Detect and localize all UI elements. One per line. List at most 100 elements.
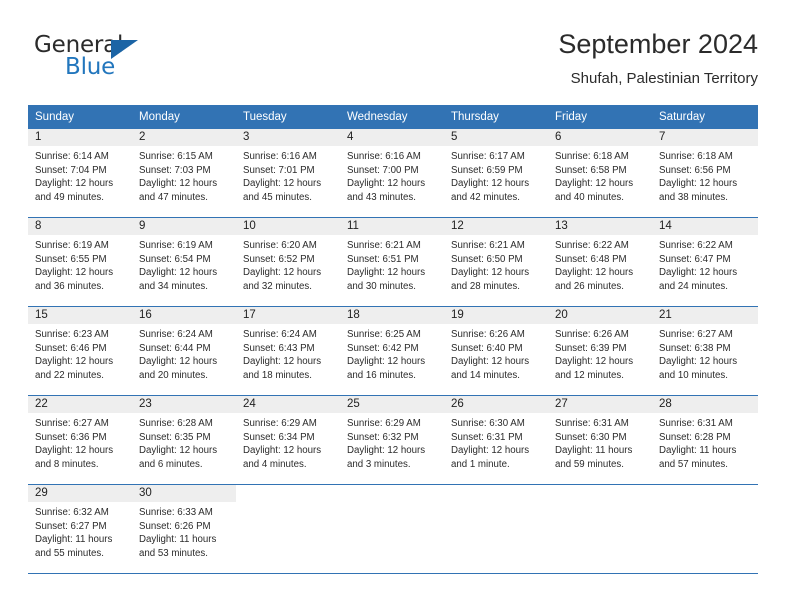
day-cell[interactable]: 18 Sunrise: 6:25 AM Sunset: 6:42 PM Dayl…: [340, 306, 444, 396]
day-cell[interactable]: 25 Sunrise: 6:29 AM Sunset: 6:32 PM Dayl…: [340, 395, 444, 485]
sunset-text: Sunset: 6:51 PM: [347, 253, 419, 265]
weekday-header-tuesday: Tuesday: [236, 105, 340, 129]
sunrise-text: Sunrise: 6:32 AM: [35, 507, 109, 518]
day-cell[interactable]: 24 Sunrise: 6:29 AM Sunset: 6:34 PM Dayl…: [236, 395, 340, 485]
day-cell[interactable]: 5 Sunrise: 6:17 AM Sunset: 6:59 PM Dayli…: [444, 129, 548, 218]
day-number: 5: [444, 129, 548, 146]
daylight-line1: Daylight: 11 hours: [139, 534, 217, 546]
daylight-line1: Daylight: 12 hours: [347, 445, 426, 457]
daylight-line2: and 30 minutes.: [347, 280, 416, 292]
day-cell[interactable]: 21 Sunrise: 6:27 AM Sunset: 6:38 PM Dayl…: [652, 306, 758, 396]
day-cell[interactable]: 14 Sunrise: 6:22 AM Sunset: 6:47 PM Dayl…: [652, 217, 758, 307]
day-details: Sunrise: 6:29 AM Sunset: 6:34 PM Dayligh…: [236, 413, 340, 471]
day-cell[interactable]: 20 Sunrise: 6:26 AM Sunset: 6:39 PM Dayl…: [548, 306, 652, 396]
daylight-line2: and 28 minutes.: [451, 280, 520, 292]
sunrise-text: Sunrise: 6:30 AM: [451, 418, 525, 429]
day-cell[interactable]: 4 Sunrise: 6:16 AM Sunset: 7:00 PM Dayli…: [340, 129, 444, 218]
daylight-line1: Daylight: 12 hours: [139, 178, 218, 190]
daylight-line1: Daylight: 12 hours: [35, 178, 114, 190]
sunset-text: Sunset: 6:54 PM: [139, 253, 211, 265]
sunset-text: Sunset: 6:46 PM: [35, 342, 107, 354]
day-cell[interactable]: 23 Sunrise: 6:28 AM Sunset: 6:35 PM Dayl…: [132, 395, 236, 485]
sunset-text: Sunset: 7:01 PM: [243, 164, 315, 176]
day-number: 21: [652, 307, 758, 324]
day-cell[interactable]: 29 Sunrise: 6:32 AM Sunset: 6:27 PM Dayl…: [28, 484, 132, 574]
sunset-text: Sunset: 6:50 PM: [451, 253, 523, 265]
daylight-line1: Daylight: 12 hours: [347, 178, 426, 190]
sunset-text: Sunset: 6:52 PM: [243, 253, 315, 265]
day-number: 27: [548, 396, 652, 413]
sunset-text: Sunset: 6:40 PM: [451, 342, 523, 354]
daylight-line2: and 40 minutes.: [555, 191, 624, 203]
day-number: 13: [548, 218, 652, 235]
sunrise-text: Sunrise: 6:28 AM: [139, 418, 213, 429]
day-details: Sunrise: 6:26 AM Sunset: 6:39 PM Dayligh…: [548, 324, 652, 382]
day-cell[interactable]: 22 Sunrise: 6:27 AM Sunset: 6:36 PM Dayl…: [28, 395, 132, 485]
daylight-line1: Daylight: 12 hours: [347, 356, 426, 368]
day-details: Sunrise: 6:18 AM Sunset: 6:56 PM Dayligh…: [652, 146, 758, 204]
weekday-header-thursday: Thursday: [444, 105, 548, 129]
sunset-text: Sunset: 6:28 PM: [659, 431, 731, 443]
daylight-line1: Daylight: 12 hours: [35, 267, 114, 279]
daylight-line2: and 34 minutes.: [139, 280, 208, 292]
day-details: Sunrise: 6:14 AM Sunset: 7:04 PM Dayligh…: [28, 146, 132, 204]
brand-logo[interactable]: General Blue: [34, 32, 154, 88]
day-cell[interactable]: 9 Sunrise: 6:19 AM Sunset: 6:54 PM Dayli…: [132, 217, 236, 307]
calendar-page: General Blue September 2024 Shufah, Pale…: [0, 0, 792, 612]
daylight-line2: and 8 minutes.: [35, 458, 99, 470]
day-number: [548, 485, 652, 502]
day-number: 25: [340, 396, 444, 413]
day-cell[interactable]: 3 Sunrise: 6:16 AM Sunset: 7:01 PM Dayli…: [236, 129, 340, 218]
day-number: 10: [236, 218, 340, 235]
daylight-line2: and 6 minutes.: [139, 458, 203, 470]
day-cell[interactable]: 13 Sunrise: 6:22 AM Sunset: 6:48 PM Dayl…: [548, 217, 652, 307]
day-cell[interactable]: 6 Sunrise: 6:18 AM Sunset: 6:58 PM Dayli…: [548, 129, 652, 218]
daylight-line1: Daylight: 12 hours: [243, 445, 322, 457]
sunrise-text: Sunrise: 6:26 AM: [555, 329, 629, 340]
day-cell[interactable]: 16 Sunrise: 6:24 AM Sunset: 6:44 PM Dayl…: [132, 306, 236, 396]
day-cell[interactable]: 15 Sunrise: 6:23 AM Sunset: 6:46 PM Dayl…: [28, 306, 132, 396]
day-cell[interactable]: 10 Sunrise: 6:20 AM Sunset: 6:52 PM Dayl…: [236, 217, 340, 307]
sunset-text: Sunset: 6:26 PM: [139, 520, 211, 532]
day-number: 16: [132, 307, 236, 324]
day-cell[interactable]: 17 Sunrise: 6:24 AM Sunset: 6:43 PM Dayl…: [236, 306, 340, 396]
daylight-line1: Daylight: 12 hours: [139, 356, 218, 368]
daylight-line1: Daylight: 11 hours: [555, 445, 633, 457]
sunrise-text: Sunrise: 6:24 AM: [139, 329, 213, 340]
day-details: Sunrise: 6:29 AM Sunset: 6:32 PM Dayligh…: [340, 413, 444, 471]
sunset-text: Sunset: 6:32 PM: [347, 431, 419, 443]
day-cell[interactable]: 28 Sunrise: 6:31 AM Sunset: 6:28 PM Dayl…: [652, 395, 758, 485]
day-cell[interactable]: 8 Sunrise: 6:19 AM Sunset: 6:55 PM Dayli…: [28, 217, 132, 307]
day-details: Sunrise: 6:16 AM Sunset: 7:00 PM Dayligh…: [340, 146, 444, 204]
day-cell[interactable]: 12 Sunrise: 6:21 AM Sunset: 6:50 PM Dayl…: [444, 217, 548, 307]
day-details: Sunrise: 6:21 AM Sunset: 6:51 PM Dayligh…: [340, 235, 444, 293]
day-number: 23: [132, 396, 236, 413]
daylight-line2: and 22 minutes.: [35, 369, 104, 381]
daylight-line2: and 53 minutes.: [139, 547, 208, 559]
daylight-line1: Daylight: 12 hours: [35, 356, 114, 368]
calendar-grid: Sunday Monday Tuesday Wednesday Thursday…: [28, 105, 758, 574]
sunset-text: Sunset: 6:36 PM: [35, 431, 107, 443]
sunrise-text: Sunrise: 6:19 AM: [139, 240, 213, 251]
page-subtitle: Shufah, Palestinian Territory: [570, 70, 758, 87]
daylight-line1: Daylight: 12 hours: [659, 356, 738, 368]
day-cell[interactable]: 19 Sunrise: 6:26 AM Sunset: 6:40 PM Dayl…: [444, 306, 548, 396]
sunrise-text: Sunrise: 6:29 AM: [243, 418, 317, 429]
sunrise-text: Sunrise: 6:31 AM: [555, 418, 629, 429]
day-cell[interactable]: 2 Sunrise: 6:15 AM Sunset: 7:03 PM Dayli…: [132, 129, 236, 218]
day-cell[interactable]: 27 Sunrise: 6:31 AM Sunset: 6:30 PM Dayl…: [548, 395, 652, 485]
sunrise-text: Sunrise: 6:18 AM: [555, 151, 629, 162]
day-details: Sunrise: 6:32 AM Sunset: 6:27 PM Dayligh…: [28, 502, 132, 560]
sunset-text: Sunset: 6:31 PM: [451, 431, 523, 443]
sunrise-text: Sunrise: 6:33 AM: [139, 507, 213, 518]
day-number: 24: [236, 396, 340, 413]
day-cell[interactable]: 26 Sunrise: 6:30 AM Sunset: 6:31 PM Dayl…: [444, 395, 548, 485]
day-cell[interactable]: 1 Sunrise: 6:14 AM Sunset: 7:04 PM Dayli…: [28, 129, 132, 218]
day-cell[interactable]: 30 Sunrise: 6:33 AM Sunset: 6:26 PM Dayl…: [132, 484, 236, 574]
daylight-line1: Daylight: 12 hours: [451, 445, 530, 457]
day-number: 11: [340, 218, 444, 235]
day-cell[interactable]: 11 Sunrise: 6:21 AM Sunset: 6:51 PM Dayl…: [340, 217, 444, 307]
daylight-line1: Daylight: 12 hours: [555, 267, 634, 279]
daylight-line1: Daylight: 12 hours: [347, 267, 426, 279]
day-cell[interactable]: 7 Sunrise: 6:18 AM Sunset: 6:56 PM Dayli…: [652, 129, 758, 218]
